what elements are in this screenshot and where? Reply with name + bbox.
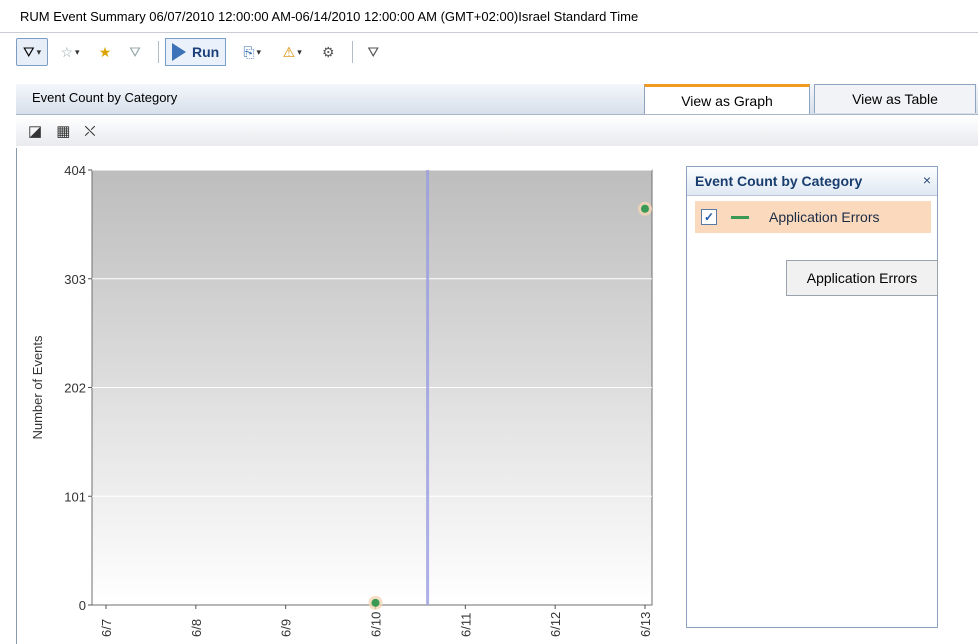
window-titlebar: RUM Event Summary 06/07/2010 12:00:00 AM… (0, 0, 978, 33)
legend-checkbox[interactable]: ✓ (701, 209, 717, 225)
play-icon (172, 43, 186, 61)
tab-view-as-graph[interactable]: View as Graph (644, 84, 810, 114)
data-point (371, 598, 380, 607)
y-tick-label: 202 (64, 381, 86, 396)
tab-view-as-table[interactable]: View as Table (814, 84, 976, 113)
y-axis-label: Number of Events (30, 335, 45, 440)
settings-icon[interactable]: ⚙ (314, 39, 342, 65)
chart-properties-icon[interactable]: ▦ (56, 122, 70, 140)
clear-filter-icon[interactable]: ⛛ (359, 39, 387, 65)
x-tick-label: 6/12 (548, 612, 563, 637)
export-icon[interactable]: ⎘ ▾ (234, 39, 270, 65)
legend-item[interactable]: ✓ Application Errors (695, 201, 931, 233)
close-icon[interactable]: × (923, 172, 931, 188)
tooltip: Application Errors (786, 260, 938, 296)
y-tick-label: 404 (64, 163, 86, 178)
legend-title: Event Count by Category (695, 173, 863, 189)
panel-title: Event Count by Category (32, 90, 178, 105)
y-tick-label: 101 (64, 489, 86, 504)
main-toolbar: ⛛ ▾ ☆ ▾ ★ ⛛ Run ⎘ ▾ ⚠ ▾ ⚙ ⛛ (16, 34, 978, 70)
legend-panel: Event Count by Category × ✓ Application … (686, 166, 938, 628)
y-tick-label: 303 (64, 272, 86, 287)
filter-icon[interactable]: ⛛ ▾ (16, 38, 48, 66)
edit-chart-icon[interactable]: ◪ (28, 122, 42, 140)
add-favorite-icon[interactable]: ★ (92, 39, 118, 65)
data-point (641, 204, 649, 213)
legend-swatch (731, 215, 749, 219)
x-tick-label: 6/7 (99, 619, 114, 637)
legend-item-label: Application Errors (769, 209, 880, 225)
reset-chart-icon[interactable]: ⛌ (84, 123, 95, 140)
x-tick-label: 6/9 (279, 619, 294, 637)
x-tick-label: 6/11 (458, 613, 473, 637)
legend-header: Event Count by Category × (687, 167, 937, 196)
run-button[interactable]: Run (165, 38, 227, 66)
share-icon[interactable]: ⚠ ▾ (274, 39, 310, 65)
toolbar-separator (158, 41, 159, 63)
window-title: RUM Event Summary 06/07/2010 12:00:00 AM… (20, 9, 639, 24)
x-tick-label: 6/8 (189, 619, 204, 637)
chart-toolbar: ◪ ▦ ⛌ (16, 116, 978, 146)
x-tick-label: 6/13 (638, 612, 653, 637)
y-tick-label: 0 (79, 598, 86, 613)
filter-disabled-icon[interactable]: ⛛ (122, 39, 148, 65)
run-button-label: Run (192, 44, 220, 60)
x-tick-label: 6/10 (369, 612, 384, 637)
favorites-icon[interactable]: ☆ ▾ (52, 39, 88, 65)
toolbar-separator (352, 41, 354, 63)
